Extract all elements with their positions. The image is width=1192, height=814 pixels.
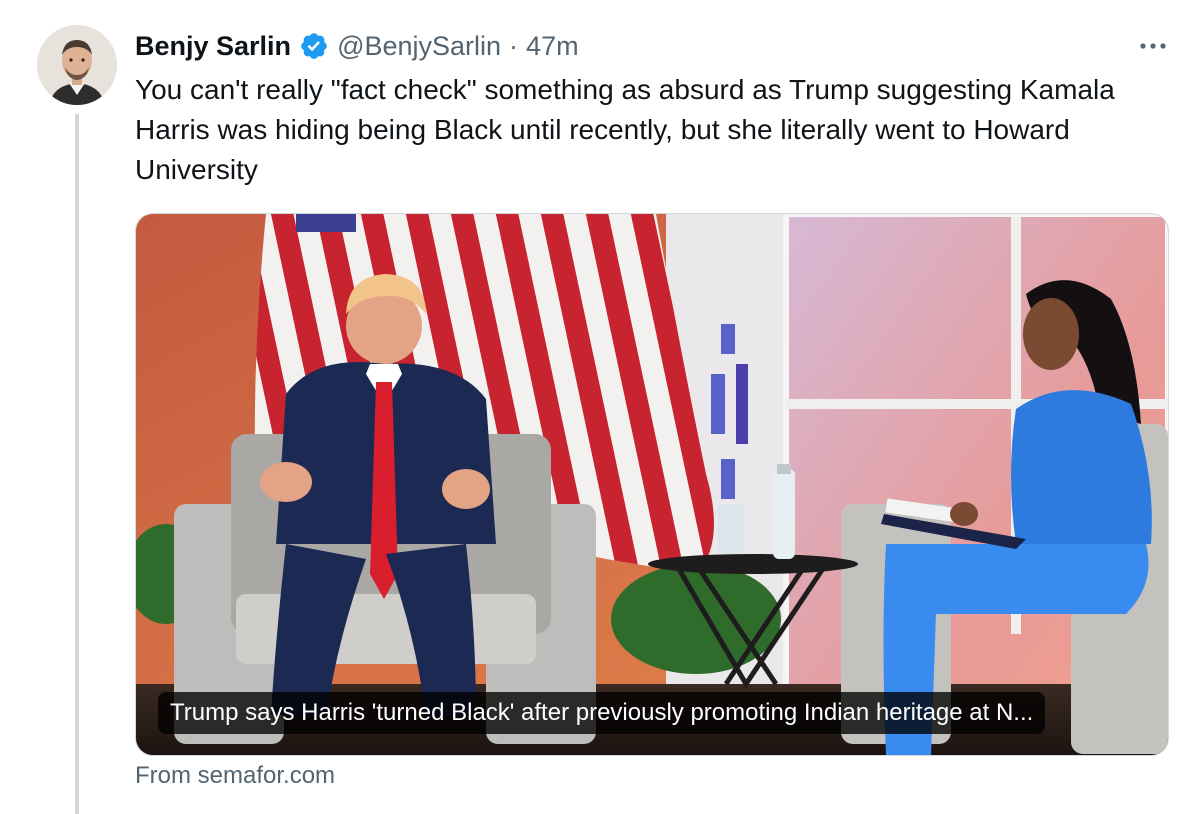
link-card-title[interactable]: Trump says Harris 'turned Black' after p… (158, 692, 1046, 734)
news-photo-icon (136, 214, 1168, 755)
thread-line (75, 114, 79, 814)
author-name[interactable]: Benjy Sarlin (135, 31, 291, 62)
link-card[interactable]: Trump says Harris 'turned Black' after p… (135, 213, 1169, 756)
tweet-text: You can't really "fact check" something … (135, 74, 1115, 185)
tweet-header: Benjy Sarlin @BenjySarlin · 47m (135, 26, 579, 66)
separator-dot: · (509, 30, 519, 61)
link-source[interactable]: From semafor.com (135, 762, 335, 790)
more-options-icon[interactable] (1133, 32, 1173, 60)
tweet-timestamp[interactable]: 47m (526, 31, 579, 62)
author-avatar[interactable] (37, 25, 117, 105)
tweet[interactable]: Benjy Sarlin @BenjySarlin · 47m You can'… (0, 0, 1192, 814)
verified-badge-icon[interactable] (299, 31, 329, 61)
avatar-photo-icon (37, 25, 117, 105)
author-handle[interactable]: @BenjySarlin (337, 31, 501, 62)
